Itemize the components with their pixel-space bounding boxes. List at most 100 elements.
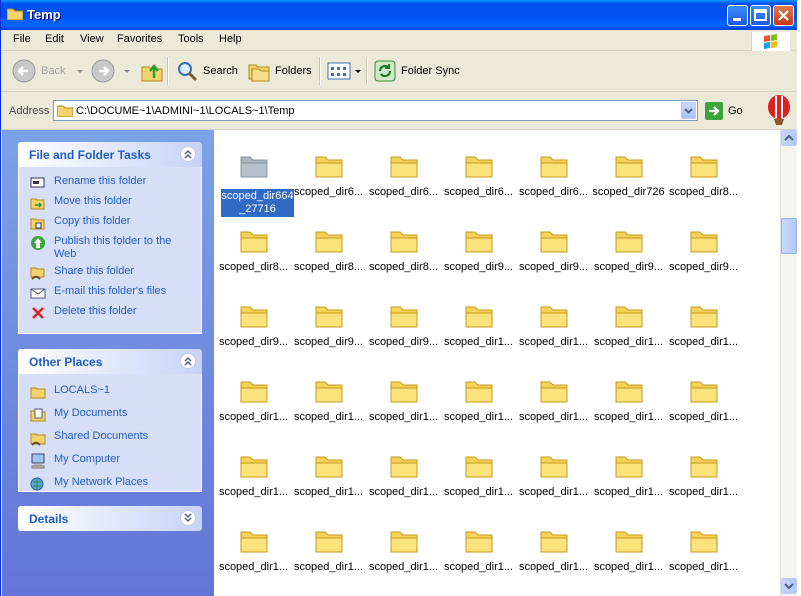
back-label: Back xyxy=(41,65,66,77)
menu-file[interactable]: File xyxy=(13,33,31,45)
folder-item[interactable]: scoped_dir1... xyxy=(441,508,516,573)
close-button[interactable] xyxy=(773,5,794,26)
folder-item[interactable]: scoped_dir1... xyxy=(591,433,666,498)
folder-item[interactable]: scoped_dir1... xyxy=(291,358,366,423)
folder-item[interactable]: scoped_dir1... xyxy=(516,358,591,423)
folder-item[interactable]: scoped_dir1... xyxy=(516,508,591,573)
folder-item[interactable]: scoped_dir1... xyxy=(666,508,741,573)
folder-item[interactable]: scoped_dir1... xyxy=(666,283,741,348)
place-network-link[interactable]: My Network Places xyxy=(30,476,201,492)
folder-name: scoped_dir1... xyxy=(443,486,514,498)
folder-item[interactable]: scoped_dir1... xyxy=(591,283,666,348)
copy-folder-link[interactable]: Copy this folder xyxy=(30,215,201,231)
scroll-down-button[interactable] xyxy=(781,578,797,594)
folder-item[interactable]: scoped_dir1... xyxy=(441,283,516,348)
folder-item[interactable]: scoped_dir6... xyxy=(291,133,366,198)
up-folder-button[interactable] xyxy=(140,57,164,85)
menu-tools[interactable]: Tools xyxy=(178,33,204,45)
chevron-down-icon xyxy=(684,108,693,114)
share-folder-link[interactable]: Share this folder xyxy=(30,265,201,281)
folder-item[interactable]: scoped_dir9... xyxy=(291,283,366,348)
folder-item[interactable]: scoped_dir9... xyxy=(666,208,741,273)
folder-item[interactable]: scoped_dir9... xyxy=(591,208,666,273)
folder-item[interactable]: scoped_dir8... xyxy=(366,208,441,273)
file-list-view[interactable]: scoped_dir664 _27716 scoped_dir6... scoped_… xyxy=(214,130,780,596)
folder-item[interactable]: scoped_dir664 _27716 xyxy=(216,133,294,217)
folder-item[interactable]: scoped_dir726 xyxy=(591,133,666,198)
folder-item[interactable]: scoped_dir1... xyxy=(441,358,516,423)
folder-item[interactable]: scoped_dir1... xyxy=(216,508,291,573)
folder-item[interactable]: scoped_dir9... xyxy=(366,283,441,348)
rename-folder-link[interactable]: Rename this folder xyxy=(30,175,201,191)
move-folder-link[interactable]: Move this folder xyxy=(30,195,201,211)
folder-item[interactable]: scoped_dir1... xyxy=(366,433,441,498)
place-locals-link[interactable]: LOCALS~1 xyxy=(30,384,201,400)
folder-sync-button[interactable]: Folder Sync xyxy=(373,57,460,85)
vertical-scrollbar[interactable] xyxy=(780,130,797,596)
folder-name: scoped_dir1... xyxy=(518,486,589,498)
menu-edit[interactable]: Edit xyxy=(45,33,64,45)
folder-item[interactable]: scoped_dir9... xyxy=(441,208,516,273)
details-title: Details xyxy=(29,512,69,526)
scroll-thumb[interactable] xyxy=(781,218,797,254)
search-button[interactable]: Search xyxy=(175,57,238,85)
folder-item[interactable]: scoped_dir1... xyxy=(666,433,741,498)
collapse-icon[interactable] xyxy=(180,353,196,369)
folder-item[interactable]: scoped_dir1... xyxy=(516,283,591,348)
task-label: Publish this folder to the Web xyxy=(54,235,172,260)
delete-folder-link[interactable]: Delete this folder xyxy=(30,305,201,321)
folder-item[interactable]: scoped_dir1... xyxy=(216,358,291,423)
menu-view[interactable]: View xyxy=(80,33,104,45)
shared-documents-icon xyxy=(30,433,46,446)
folder-item[interactable]: scoped_dir8... xyxy=(216,208,291,273)
folder-item[interactable]: scoped_dir1... xyxy=(291,433,366,498)
place-label: My Computer xyxy=(54,453,121,465)
address-dropdown-button[interactable] xyxy=(681,102,696,119)
folder-name: scoped_dir8... xyxy=(668,186,739,198)
folder-name: scoped_dir6... xyxy=(443,186,514,198)
place-shared-documents-link[interactable]: Shared Documents xyxy=(30,430,201,446)
back-button[interactable]: Back xyxy=(11,57,85,85)
maximize-button[interactable] xyxy=(750,5,771,26)
folder-item[interactable]: scoped_dir1... xyxy=(591,508,666,573)
menu-favorites[interactable]: Favorites xyxy=(117,33,162,45)
toolbar-separator xyxy=(319,57,321,85)
views-button[interactable] xyxy=(327,57,363,85)
folder-item[interactable]: scoped_dir1... xyxy=(666,358,741,423)
folders-button[interactable]: Folders xyxy=(247,57,312,85)
menu-help[interactable]: Help xyxy=(219,33,242,45)
scroll-up-button[interactable] xyxy=(781,130,797,146)
folder-item[interactable]: scoped_dir1... xyxy=(591,358,666,423)
folder-item[interactable]: scoped_dir6... xyxy=(516,133,591,198)
folder-item[interactable]: scoped_dir1... xyxy=(366,358,441,423)
address-input[interactable]: C:\DOCUME~1\ADMINI~1\LOCALS~1\Temp xyxy=(53,100,698,121)
publish-folder-link[interactable]: Publish this folder to the Web xyxy=(30,235,201,261)
folder-item[interactable]: scoped_dir6... xyxy=(441,133,516,198)
desktop-edge xyxy=(797,0,801,596)
folder-item[interactable]: scoped_dir9... xyxy=(516,208,591,273)
go-button[interactable]: Go xyxy=(705,102,743,120)
expand-icon[interactable] xyxy=(180,510,196,526)
place-my-documents-link[interactable]: My Documents xyxy=(30,407,201,423)
title-bar[interactable]: Temp xyxy=(1,0,798,30)
folder-name: scoped_dir1... xyxy=(218,486,289,498)
forward-button[interactable] xyxy=(90,57,132,85)
folder-item[interactable]: scoped_dir1... xyxy=(366,508,441,573)
place-my-computer-link[interactable]: My Computer xyxy=(30,453,201,469)
folder-item[interactable]: scoped_dir8... xyxy=(291,208,366,273)
collapse-icon[interactable] xyxy=(180,146,196,162)
folder-item[interactable]: scoped_dir6... xyxy=(366,133,441,198)
folder-item[interactable]: scoped_dir1... xyxy=(216,433,291,498)
folder-item[interactable]: scoped_dir9... xyxy=(216,283,291,348)
folder-item[interactable]: scoped_dir1... xyxy=(516,433,591,498)
email-files-link[interactable]: E-mail this folder's files xyxy=(30,285,201,301)
minimize-button[interactable] xyxy=(727,5,748,26)
folder-item[interactable]: scoped_dir1... xyxy=(441,433,516,498)
details-header[interactable]: Details xyxy=(18,506,202,531)
folder-name: scoped_dir9... xyxy=(443,261,514,273)
folder-item[interactable]: scoped_dir1... xyxy=(291,508,366,573)
search-label: Search xyxy=(203,65,238,77)
folder-item[interactable]: scoped_dir8... xyxy=(666,133,741,198)
tasks-header[interactable]: File and Folder Tasks xyxy=(18,142,202,167)
places-header[interactable]: Other Places xyxy=(18,349,202,374)
